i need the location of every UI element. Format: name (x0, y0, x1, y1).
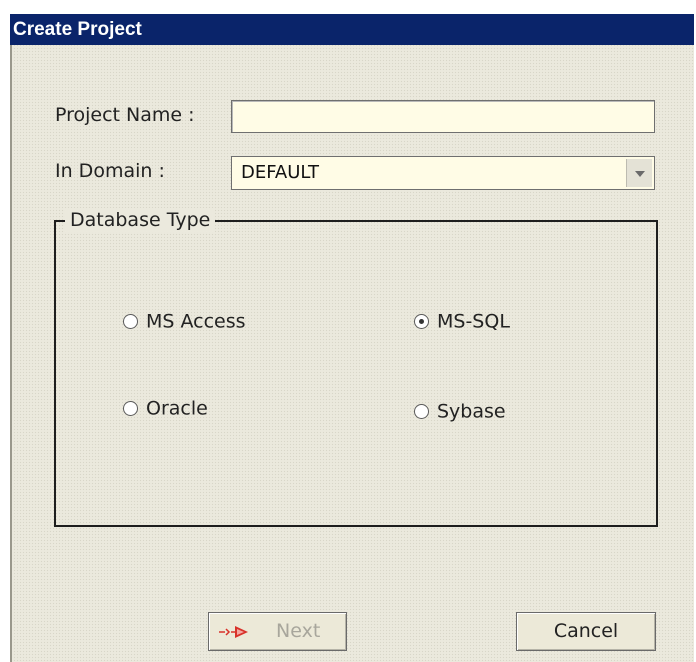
radio-oracle[interactable]: Oracle (123, 397, 208, 420)
window-border (10, 45, 12, 662)
radio-ms-sql[interactable]: MS-SQL (414, 310, 510, 333)
next-button[interactable]: Next (208, 612, 347, 651)
domain-dropdown-button[interactable] (626, 159, 652, 187)
database-type-group (54, 220, 658, 527)
project-name-input[interactable] (231, 100, 655, 133)
domain-selected-value: DEFAULT (241, 162, 319, 183)
radio-circle-icon (414, 404, 429, 419)
radio-checked-icon (414, 314, 429, 329)
radio-sybase[interactable]: Sybase (414, 400, 506, 423)
chevron-down-icon (635, 171, 645, 177)
domain-label: In Domain : (55, 160, 165, 182)
create-project-dialog: Create Project Project Name : In Domain … (10, 14, 694, 662)
radio-label: MS Access (146, 310, 246, 333)
radio-label: Oracle (146, 397, 208, 420)
cancel-button[interactable]: Cancel (516, 612, 656, 651)
project-name-label: Project Name : (55, 104, 195, 126)
next-button-label: Next (276, 620, 321, 642)
window-title: Create Project (10, 14, 694, 45)
red-arrow-icon (219, 626, 248, 638)
domain-select[interactable]: DEFAULT (231, 156, 655, 190)
radio-ms-access[interactable]: MS Access (123, 310, 246, 333)
database-type-legend: Database Type (65, 208, 216, 232)
radio-circle-icon (123, 314, 138, 329)
radio-label: MS-SQL (437, 310, 510, 333)
radio-label: Sybase (437, 400, 506, 423)
radio-circle-icon (123, 401, 138, 416)
